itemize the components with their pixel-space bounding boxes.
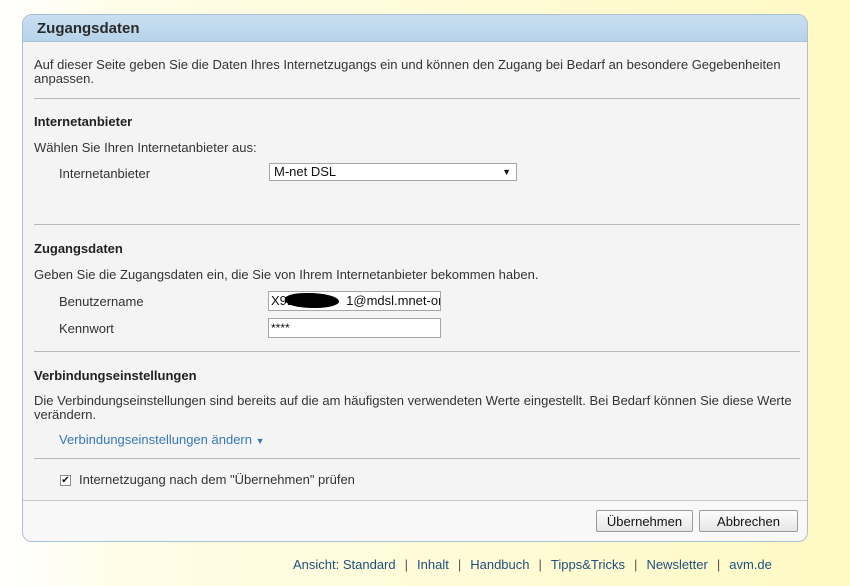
verify-connection-checkbox[interactable]: ✔ (60, 475, 71, 486)
section-title-zugangsdaten: Zugangsdaten (34, 241, 123, 256)
checkmark-icon: ✔ (61, 475, 70, 486)
credentials-prompt: Geben Sie die Zugangsdaten ein, die Sie … (34, 267, 539, 282)
dropdown-arrow-icon: ▼ (502, 167, 511, 177)
footer-link-handbuch[interactable]: Handbuch (470, 557, 529, 572)
username-label: Benutzername (59, 294, 144, 309)
footer-link-ansicht[interactable]: Ansicht: Standard (293, 557, 396, 572)
footer-link-tipps-tricks[interactable]: Tipps&Tricks (551, 557, 625, 572)
divider (34, 98, 800, 99)
footer-link-inhalt[interactable]: Inhalt (417, 557, 449, 572)
apply-button[interactable]: Übernehmen (596, 510, 693, 532)
separator: | (634, 557, 638, 572)
divider (34, 351, 800, 352)
provider-select[interactable]: M-net DSL ▼ (269, 163, 517, 181)
redaction-mark (285, 293, 339, 308)
separator: | (404, 557, 409, 572)
separator: | (716, 557, 721, 572)
footer-link-newsletter[interactable]: Newsletter (646, 557, 707, 572)
password-label: Kennwort (59, 321, 114, 336)
provider-field-label: Internetanbieter (59, 166, 151, 181)
divider (34, 458, 800, 459)
footer-link-avm[interactable]: avm.de (729, 557, 772, 572)
section-title-internetanbieter: Internetanbieter (34, 114, 133, 129)
cancel-button[interactable]: Abbrechen (699, 510, 798, 532)
connection-settings-link[interactable]: Verbindungseinstellungen ändern ▼ (59, 432, 265, 447)
connection-text: Die Verbindungseinstellungen sind bereit… (34, 393, 792, 422)
username-suffix: 1@mdsl.mnet-onli (346, 293, 441, 308)
intro-text: Auf dieser Seite geben Sie die Daten Ihr… (34, 57, 781, 86)
provider-prompt: Wählen Sie Ihren Internetanbieter aus: (34, 140, 257, 155)
section-title-verbindungseinstellungen: Verbindungseinstellungen (34, 368, 197, 383)
separator: | (457, 557, 462, 572)
verify-connection-label: Internetzugang nach dem "Übernehmen" prü… (79, 472, 355, 487)
divider (34, 224, 800, 225)
footer-links: Ansicht: Standard | Inhalt | Handbuch | Tipps&… (293, 557, 772, 572)
username-field[interactable]: X91 1@mdsl.mnet-onli (268, 291, 441, 311)
panel-title: Zugangsdaten (23, 15, 807, 42)
separator: | (538, 557, 542, 572)
provider-select-value: M-net DSL (274, 164, 337, 179)
zugangsdaten-panel: Zugangsdaten Auf dieser Seite geben Sie … (22, 14, 808, 542)
connection-settings-link-label: Verbindungseinstellungen ändern (59, 432, 252, 447)
password-field[interactable]: **** (268, 318, 441, 338)
expand-arrow-icon: ▼ (255, 436, 265, 446)
password-value: **** (271, 321, 290, 335)
